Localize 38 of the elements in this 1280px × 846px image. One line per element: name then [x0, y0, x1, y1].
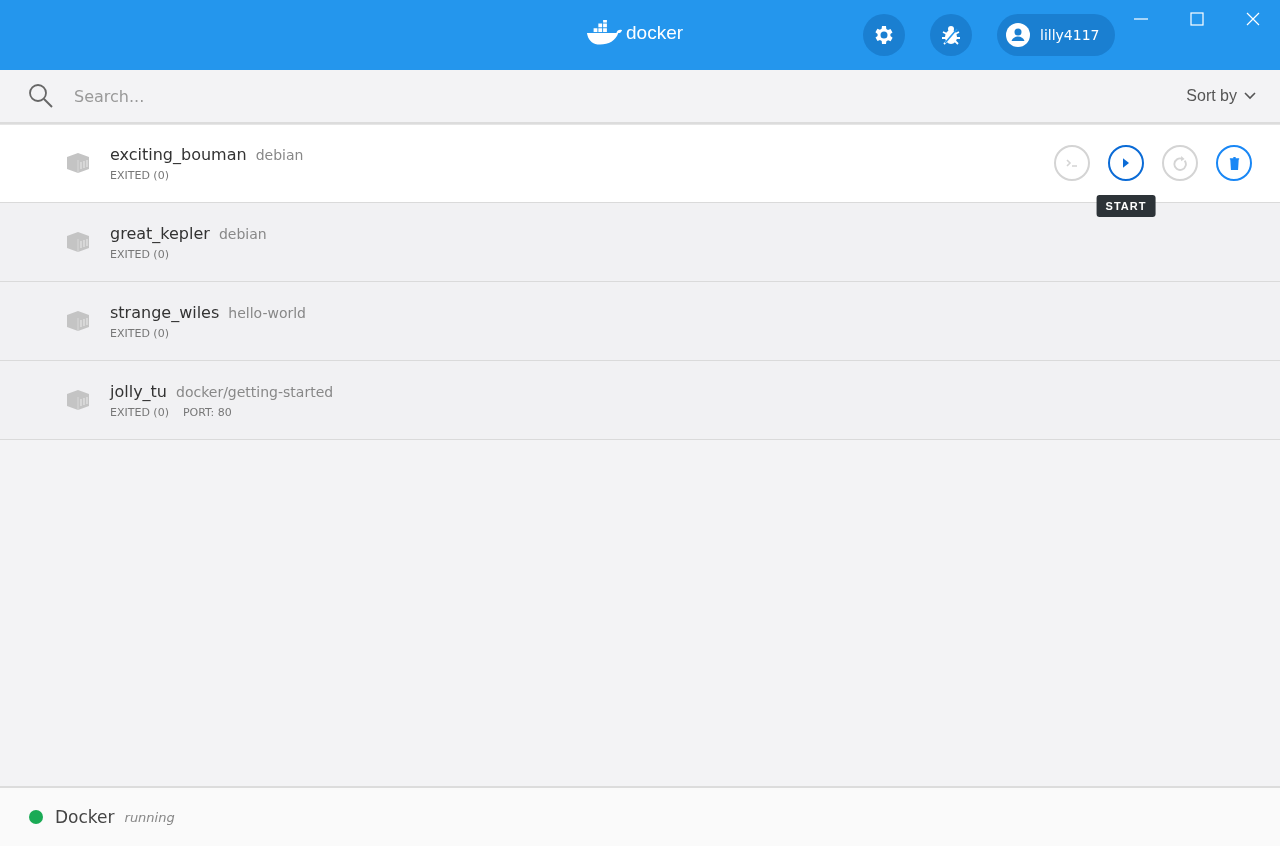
port-label: PORT: 80	[182, 405, 232, 419]
close-icon[interactable]	[1246, 12, 1260, 26]
settings-button[interactable]	[863, 14, 905, 56]
play-icon	[1123, 158, 1129, 168]
maximize-icon[interactable]	[1190, 12, 1204, 26]
image-name: debian	[255, 146, 304, 163]
engine-state: running	[124, 809, 175, 825]
sort-by-button[interactable]: Sort by	[1186, 83, 1256, 109]
container-status: EXITED (0)	[110, 405, 169, 419]
logo-text: docker	[626, 22, 684, 44]
cli-icon	[1066, 159, 1078, 167]
image-name: debian	[218, 225, 267, 242]
container-status: EXITED (0)	[110, 168, 169, 182]
search-field[interactable]: Search...	[72, 80, 1187, 112]
bug-button[interactable]	[930, 14, 972, 56]
user-icon	[1006, 23, 1030, 47]
container-status: EXITED (0)	[110, 326, 169, 340]
restart-icon	[1173, 155, 1187, 171]
container-icon	[66, 310, 90, 332]
container-name: jolly_tu	[110, 381, 167, 401]
container-name: exciting_bouman	[110, 144, 247, 164]
image-name: hello-world	[228, 304, 306, 321]
container-name: great_kepler	[110, 223, 210, 243]
user-account-button[interactable]: lilly4117	[997, 14, 1116, 56]
container-name: strange_wiles	[110, 302, 220, 322]
trash-icon	[1228, 156, 1240, 170]
container-icon	[66, 389, 90, 411]
bug-icon	[939, 23, 963, 47]
engine-name: Docker	[55, 807, 115, 827]
container-icon	[66, 152, 90, 174]
tooltip: START	[1096, 195, 1156, 217]
container-icon	[66, 231, 90, 253]
image-name: docker/getting-started	[176, 383, 334, 400]
delete-button[interactable]	[1216, 145, 1252, 181]
container-status: EXITED (0)	[110, 247, 169, 261]
search-icon	[28, 83, 54, 109]
whale-icon	[586, 20, 624, 46]
chevron-down-icon	[1244, 92, 1256, 100]
